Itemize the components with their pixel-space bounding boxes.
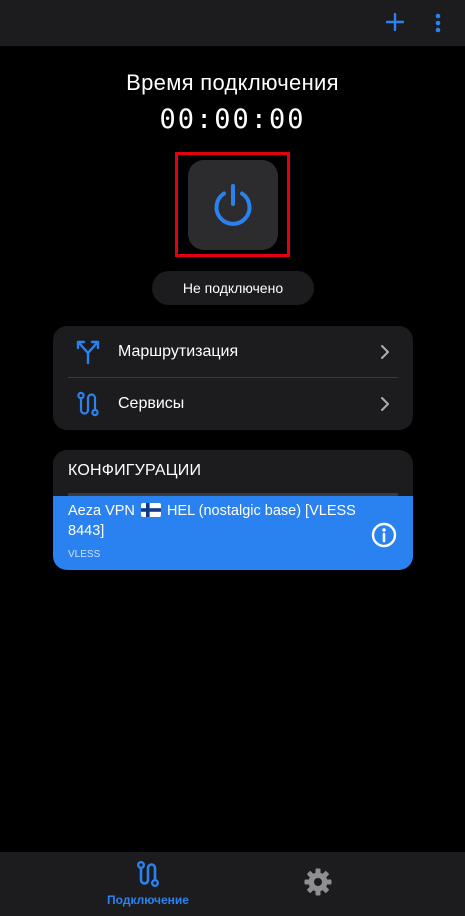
connection-status-badge: Не подключено: [152, 271, 314, 305]
menu-item-routing[interactable]: Маршрутизация: [53, 326, 413, 378]
config-list-item[interactable]: Aeza VPN HEL (nostalgic base) [VLESS 844…: [53, 496, 413, 570]
info-icon: [371, 522, 397, 548]
configurations-header: КОНФИГУРАЦИИ: [68, 462, 202, 479]
add-config-button[interactable]: [382, 8, 408, 36]
more-vertical-icon: [435, 13, 441, 33]
power-icon: [214, 184, 252, 226]
config-name: Aeza VPN HEL (nostalgic base) [VLESS 844…: [68, 501, 368, 541]
configurations-card: КОНФИГУРАЦИИ Aeza VPN HEL (nostalgic bas…: [53, 450, 413, 570]
menu-item-services[interactable]: Сервисы: [53, 378, 413, 430]
config-info-button[interactable]: [371, 522, 397, 548]
chevron-right-icon: [377, 396, 393, 412]
power-button[interactable]: [188, 160, 278, 250]
chevron-right-icon: [377, 344, 393, 360]
connection-timer: 00:00:00: [159, 104, 306, 135]
connection-time-title: Время подключения: [126, 70, 339, 95]
menu-item-services-label: Сервисы: [118, 395, 185, 412]
menu-card: Маршрутизация Сервисы: [53, 326, 413, 430]
connection-icon: [134, 860, 162, 888]
config-protocol: VLESS: [68, 549, 101, 560]
nav-tab-connection[interactable]: Подключение: [100, 852, 196, 916]
routing-icon: [75, 339, 101, 365]
config-name-prefix: Aeza VPN: [68, 503, 135, 519]
gear-icon: [304, 868, 332, 896]
plus-icon: [386, 13, 404, 31]
nav-tab-connection-label: Подключение: [107, 893, 189, 907]
top-app-bar: [0, 0, 465, 46]
finland-flag-icon: [140, 503, 161, 517]
menu-item-routing-label: Маршрутизация: [118, 343, 239, 360]
bottom-navigation-bar: Подключение: [0, 852, 465, 916]
nav-tab-settings[interactable]: [300, 864, 336, 900]
more-options-button[interactable]: [430, 10, 446, 36]
services-icon: [75, 391, 101, 417]
